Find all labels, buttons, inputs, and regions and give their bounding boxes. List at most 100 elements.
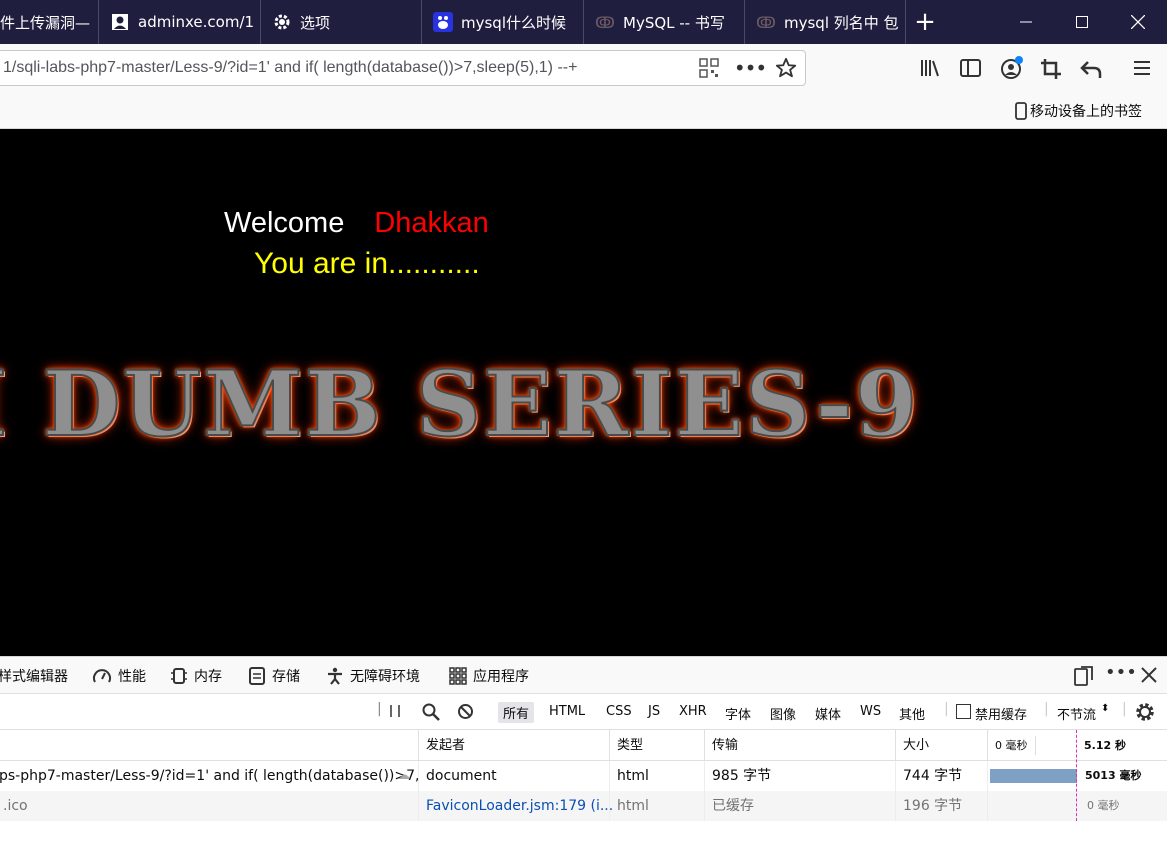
sidebar-icon[interactable]	[960, 58, 982, 78]
request-waterfall: 0 毫秒	[987, 791, 1167, 821]
page-content: Welcome Dhakkan You are in........... I D…	[0, 129, 1167, 656]
crop-icon[interactable]	[1040, 58, 1062, 80]
account-icon[interactable]	[1000, 56, 1024, 80]
tab-mysql-when[interactable]: mysql什么时候	[421, 0, 584, 44]
tab-label: MySQL -- 书写	[623, 13, 725, 32]
tab-memory[interactable]: 内存	[170, 666, 222, 686]
throttle-select[interactable]: 不节流	[1057, 704, 1096, 723]
timing-bar	[990, 769, 1077, 783]
filter-js[interactable]: JS	[648, 704, 660, 719]
search-icon[interactable]	[422, 703, 440, 721]
devtools-more-icon[interactable]: •••	[1105, 662, 1137, 683]
devtools-toolbar: 样式编辑器 性能 内存 存储 无障碍环境 应用程序 •••	[0, 656, 1167, 694]
disable-cache-checkbox[interactable]	[956, 704, 971, 719]
disable-cache-label: 禁用缓存	[975, 708, 1028, 723]
col-waterfall[interactable]: 0 毫秒 5.12 秒	[987, 730, 1167, 761]
undo-icon[interactable]	[1080, 58, 1102, 80]
tab-label: adminxe.com/1	[138, 13, 255, 31]
col-transferred[interactable]: 传输	[704, 730, 903, 761]
request-type: html	[609, 761, 712, 791]
request-time: 5013 毫秒	[1085, 769, 1142, 782]
maximize-icon	[1076, 16, 1088, 28]
request-size: 196 字节	[895, 791, 995, 821]
request-size: 744 字节	[895, 761, 995, 791]
timeline-start: 0 毫秒	[995, 739, 1028, 752]
welcome-text: Welcome	[224, 207, 345, 239]
minimize-icon	[1020, 21, 1032, 23]
tab-application[interactable]: 应用程序	[449, 666, 529, 686]
divider: |	[377, 701, 382, 717]
menu-icon[interactable]	[1132, 58, 1152, 78]
tab-options[interactable]: 选项	[260, 0, 422, 44]
qr-code-icon[interactable]	[699, 58, 719, 78]
bookmark-star-icon[interactable]	[775, 57, 797, 79]
filter-media[interactable]: 媒体	[815, 704, 841, 723]
mobile-bookmarks[interactable]: 移动设备上的书签	[1015, 101, 1142, 121]
storage-icon	[249, 667, 265, 685]
col-initiator[interactable]: 发起者	[418, 730, 617, 761]
library-icon[interactable]	[920, 58, 942, 78]
dock-toggle-icon[interactable]	[1074, 666, 1094, 686]
settings-gear-icon[interactable]	[1133, 700, 1157, 724]
pause-icon[interactable]	[389, 704, 401, 718]
request-file: .ico	[3, 798, 28, 814]
filter-ws[interactable]: WS	[860, 704, 881, 719]
more-actions-icon[interactable]: •••	[734, 55, 767, 81]
chevron-updown-icon: ⬍	[1101, 703, 1110, 714]
series-banner: I DUMB SERIES-9	[0, 350, 920, 458]
filter-css[interactable]: CSS	[606, 704, 632, 719]
tab-accessibility[interactable]: 无障碍环境	[326, 666, 420, 686]
gear-icon	[272, 12, 292, 32]
divider: |	[1044, 701, 1049, 717]
tab-style-editor[interactable]: 样式编辑器	[0, 666, 68, 686]
tab-label: 性能	[118, 669, 146, 685]
request-file: ps-php7-master/Less-9/?id=1' and if( len…	[0, 768, 420, 784]
mobile-device-icon	[1015, 102, 1027, 120]
table-row[interactable]: ps-php7-master/Less-9/?id=1' and if( len…	[0, 761, 1167, 791]
request-type: html	[609, 791, 712, 821]
tab-strip: 件上传漏洞— adminxe.com/1 选项 mysql什么时候 ↂ MySQ…	[0, 0, 1167, 44]
filter-images[interactable]: 图像	[770, 704, 796, 723]
col-type[interactable]: 类型	[609, 730, 712, 761]
tab-performance[interactable]: 性能	[92, 666, 146, 686]
accessibility-icon	[328, 667, 342, 685]
close-window-button[interactable]	[1110, 0, 1166, 44]
new-tab-button[interactable]: +	[905, 0, 945, 44]
tab-mysql-column[interactable]: ↂ mysql 列名中 包	[744, 0, 906, 44]
filter-all[interactable]: 所有	[498, 702, 535, 723]
filter-other[interactable]: 其他	[899, 704, 925, 723]
request-time: 0 毫秒	[1087, 799, 1120, 812]
tab-upload-vuln[interactable]: 件上传漏洞—	[0, 0, 99, 44]
tab-label: 样式编辑器	[0, 669, 68, 685]
bookmarks-bar: 移动设备上的书签	[0, 92, 1167, 129]
filter-xhr[interactable]: XHR	[679, 704, 707, 719]
table-row[interactable]: .ico FaviconLoader.jsm:179 (i... html 已缓…	[0, 791, 1167, 821]
mobile-bookmarks-label: 移动设备上的书签	[1030, 104, 1142, 120]
grid-icon	[449, 667, 467, 685]
filter-html[interactable]: HTML	[549, 704, 585, 719]
clear-icon[interactable]	[457, 703, 474, 720]
network-table-header: 发起者 类型 传输 大小 0 毫秒 5.12 秒	[0, 730, 1167, 761]
request-waterfall: 5013 毫秒	[987, 761, 1167, 791]
tab-mysql-writing[interactable]: ↂ MySQL -- 书写	[583, 0, 745, 44]
request-transferred: 985 字节	[704, 761, 903, 791]
request-initiator[interactable]: FaviconLoader.jsm:179 (i...	[418, 791, 617, 821]
maximize-button[interactable]	[1054, 0, 1110, 44]
filter-fonts[interactable]: 字体	[725, 704, 751, 723]
col-size[interactable]: 大小	[895, 730, 995, 761]
url-text[interactable]: 1/sqli-labs-php7-master/Less-9/?id=1' an…	[3, 59, 577, 77]
tab-adminxe[interactable]: adminxe.com/1	[98, 0, 261, 44]
tab-label: 内存	[194, 669, 222, 685]
swirl-icon: ↂ	[595, 12, 615, 32]
minimize-button[interactable]	[998, 0, 1054, 44]
network-filter-bar: | 所有 HTML CSS JS XHR 字体 图像 媒体 WS 其他 | 禁用…	[0, 694, 1167, 730]
close-icon	[1131, 15, 1145, 29]
tab-label: 应用程序	[473, 669, 529, 685]
tracker-icon: ☁	[398, 768, 410, 782]
url-bar[interactable]: 1/sqli-labs-php7-master/Less-9/?id=1' an…	[0, 50, 806, 86]
user-avatar-icon	[110, 12, 130, 32]
divider	[1035, 736, 1036, 755]
tab-storage[interactable]: 存储	[248, 666, 300, 686]
divider: |	[1122, 701, 1127, 717]
close-devtools-icon[interactable]	[1141, 667, 1157, 683]
